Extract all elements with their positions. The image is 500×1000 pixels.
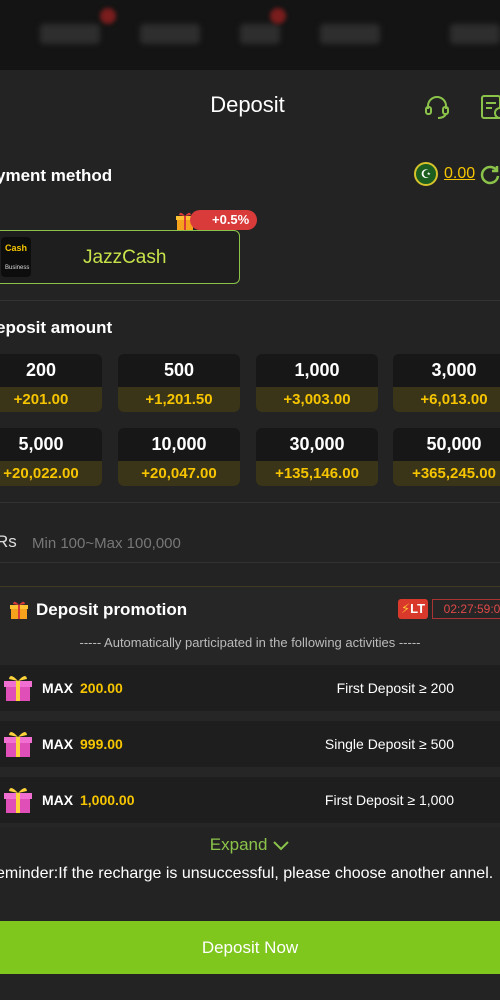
gift-box-icon — [4, 787, 32, 813]
reminder-text: eminder:If the recharge is unsuccessful,… — [0, 865, 494, 882]
bonus-badge: +0.5% — [190, 210, 258, 230]
auto-participate-note: ----- Automatically participated in the … — [79, 635, 421, 650]
expand-button[interactable]: Expand — [0, 835, 500, 855]
history-icon[interactable] — [478, 92, 500, 122]
promotion-row: MAX 1,000.00 First Deposit ≥ 1,000 — [0, 777, 500, 823]
amount-option[interactable]: 1,000 +3,003.00 — [256, 354, 378, 412]
balance-display: ☪ 0.00 — [414, 162, 500, 186]
page-title: Deposit — [210, 92, 285, 117]
promotion-condition: First Deposit ≥ 200 — [336, 680, 454, 696]
amount-option[interactable]: 30,000 +135,146.00 — [256, 428, 378, 486]
amount-option[interactable]: 10,000 +20,047.00 — [118, 428, 240, 486]
gift-box-icon — [4, 731, 32, 757]
deposit-promotion-panel: Deposit promotion ⚡LT 02:27:59:0 ----- A… — [0, 586, 500, 827]
modal-header: Deposit — [0, 70, 500, 140]
payment-method-heading: yment method — [0, 166, 113, 185]
divider — [0, 562, 500, 563]
promotion-max-value: 999.00 — [80, 736, 123, 752]
currency-label: Rs — [0, 532, 17, 551]
bottom-strip — [0, 974, 500, 1000]
countdown-timer: 02:27:59:0 — [432, 599, 500, 619]
payment-option-label: JazzCash — [83, 247, 167, 268]
amount-option[interactable]: 50,000 +365,245.00 — [393, 428, 500, 486]
jazzcash-logo: Cash Business — [1, 237, 31, 277]
pakistan-flag-icon: ☪ — [414, 162, 438, 186]
gift-box-icon — [4, 675, 32, 701]
promotion-condition: Single Deposit ≥ 500 — [324, 736, 454, 752]
refresh-icon[interactable] — [479, 163, 500, 185]
lt-badge: ⚡LT — [398, 599, 428, 619]
promotion-title: Deposit promotion — [36, 600, 188, 619]
promotion-row: MAX 200.00 First Deposit ≥ 200 — [0, 665, 500, 711]
promotion-row: MAX 999.00 Single Deposit ≥ 500 — [0, 721, 500, 767]
lightning-icon: ⚡ — [400, 601, 411, 616]
payment-option-jazzcash[interactable]: Cash Business JazzCash — [0, 230, 240, 284]
promotion-condition: First Deposit ≥ 1,000 — [324, 792, 454, 808]
promotion-max-value: 200.00 — [80, 680, 123, 696]
deposit-amount-heading: eposit amount — [0, 318, 113, 337]
chevron-down-icon — [273, 840, 289, 850]
balance-value[interactable]: 0.00 — [444, 165, 475, 183]
amount-option[interactable]: 5,000 +20,022.00 — [0, 428, 102, 486]
amount-option[interactable]: 200 +201.00 — [0, 354, 102, 412]
divider — [0, 502, 500, 503]
promotion-max-value: 1,000.00 — [80, 792, 135, 808]
amount-input-row: Rs — [0, 512, 500, 572]
top-nav-blurred — [0, 0, 500, 70]
deposit-now-button[interactable]: Deposit Now — [0, 921, 500, 974]
amount-option[interactable]: 3,000 +6,013.00 — [393, 354, 500, 412]
amount-input[interactable] — [30, 526, 474, 560]
divider — [0, 300, 500, 301]
amount-option[interactable]: 500 +1,201.50 — [118, 354, 240, 412]
gift-icon — [10, 601, 28, 619]
headset-icon[interactable] — [422, 92, 452, 122]
deposit-modal: Deposit yment method ☪ 0.00 Cash Busines… — [0, 70, 500, 1000]
